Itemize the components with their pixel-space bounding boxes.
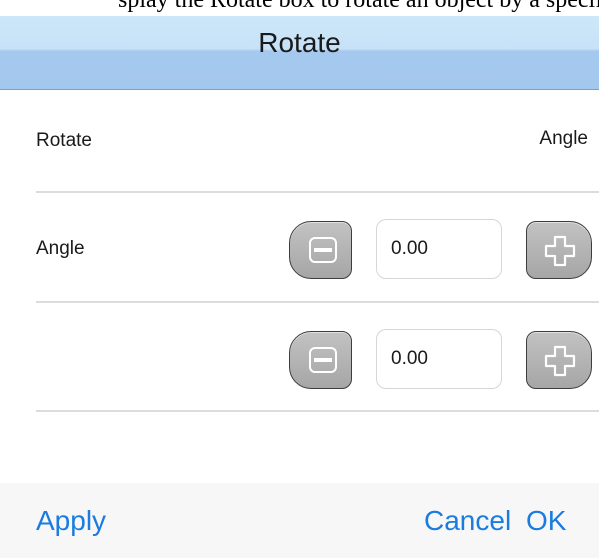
angle-increment-button[interactable] (526, 221, 592, 279)
background-document-strip: splay the Rotate box to rotate an object… (0, 0, 599, 16)
bottom-toolbar: Apply Cancel OK (0, 483, 599, 558)
angle-column-label: Angle (539, 128, 588, 149)
second-value-field[interactable]: 0.00 (376, 329, 502, 389)
second-decrement-button[interactable] (289, 331, 352, 389)
plus-icon (544, 345, 576, 377)
cancel-button[interactable]: Cancel (424, 505, 511, 537)
rotate-dialog: splay the Rotate box to rotate an object… (0, 0, 599, 558)
minus-icon (309, 347, 337, 373)
second-increment-button[interactable] (526, 331, 592, 389)
dialog-title: Rotate (258, 27, 341, 58)
angle-value-field[interactable]: 0.00 (376, 219, 502, 279)
divider (36, 191, 599, 193)
background-document-text: splay the Rotate box to rotate an object… (118, 0, 599, 13)
divider (36, 301, 599, 303)
dialog-title-bar: Rotate (0, 16, 599, 90)
ok-button[interactable]: OK (526, 505, 566, 537)
minus-icon (309, 237, 337, 263)
apply-button[interactable]: Apply (36, 505, 106, 537)
divider (36, 410, 599, 412)
angle-label: Angle (36, 238, 85, 259)
rotate-label: Rotate (36, 130, 92, 151)
plus-icon (544, 235, 576, 267)
angle-decrement-button[interactable] (289, 221, 352, 279)
